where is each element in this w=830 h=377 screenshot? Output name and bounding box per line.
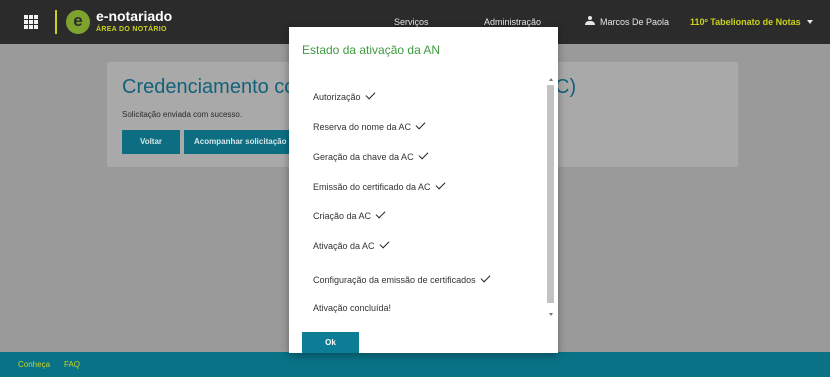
step-label: Ativação da AC bbox=[313, 241, 375, 251]
header-divider bbox=[55, 10, 57, 34]
user-name: Marcos De Paola bbox=[600, 17, 670, 27]
step-label: Ativação concluída! bbox=[313, 303, 392, 313]
chevron-down-icon bbox=[806, 20, 813, 24]
step-label: Configuração da emissão de certificados bbox=[313, 275, 476, 285]
back-button[interactable]: Voltar bbox=[122, 130, 180, 154]
step-item-final: Ativação concluída! bbox=[313, 303, 391, 313]
footer-link-about[interactable]: Conheça bbox=[18, 360, 50, 369]
e-notariado-logo-icon[interactable]: e bbox=[66, 10, 90, 34]
step-label: Autorização bbox=[313, 92, 361, 102]
follow-request-button[interactable]: Acompanhar solicitação bbox=[184, 130, 289, 154]
step-item: Criação da AC bbox=[313, 208, 386, 221]
modal-scrollbar[interactable] bbox=[546, 75, 555, 319]
check-icon bbox=[379, 238, 389, 249]
check-icon bbox=[418, 149, 429, 160]
brand-name: e-notariado bbox=[96, 8, 173, 24]
nav-services-label: Serviços bbox=[394, 17, 429, 27]
check-icon bbox=[480, 272, 491, 283]
activation-status-modal: Estado da ativação da AN Autorização Res… bbox=[289, 27, 558, 353]
page-title-end: C) bbox=[555, 76, 577, 98]
footer: Conheça FAQ bbox=[0, 352, 830, 377]
step-item: Ativação da AC bbox=[313, 238, 389, 251]
brand-subtitle: ÁREA DO NOTÁRIO bbox=[96, 26, 167, 33]
step-label: Emissão do certificado da AC bbox=[313, 182, 431, 192]
scroll-down-arrow-icon[interactable] bbox=[549, 313, 553, 316]
check-icon bbox=[365, 89, 375, 100]
office-selector[interactable]: 110º Tabelionato de Notas bbox=[690, 15, 813, 29]
step-item: Configuração da emissão de certificados bbox=[313, 272, 491, 285]
step-label: Reserva do nome da AC bbox=[313, 122, 412, 132]
ok-button[interactable]: Ok bbox=[302, 332, 359, 353]
step-item: Emissão do certificado da AC bbox=[313, 179, 446, 192]
apps-grid-icon[interactable] bbox=[24, 15, 38, 29]
step-item: Geração da chave da AC bbox=[313, 149, 429, 162]
check-icon bbox=[415, 119, 426, 130]
step-item: Reserva do nome da AC bbox=[313, 119, 426, 132]
modal-title: Estado da ativação da AN bbox=[302, 43, 441, 57]
step-label: Criação da AC bbox=[313, 211, 372, 221]
step-label: Geração da chave da AC bbox=[313, 152, 414, 162]
nav-administration-label: Administração bbox=[484, 17, 542, 27]
scroll-thumb[interactable] bbox=[547, 85, 554, 303]
scroll-up-arrow-icon[interactable] bbox=[549, 78, 553, 81]
office-name: 110º Tabelionato de Notas bbox=[690, 17, 801, 27]
step-item: Autorização bbox=[313, 89, 375, 102]
check-icon bbox=[435, 179, 446, 190]
success-message: Solicitação enviada com sucesso. bbox=[122, 110, 243, 119]
check-icon bbox=[375, 208, 386, 219]
page-title: Credenciamento co bbox=[122, 76, 296, 98]
footer-link-faq[interactable]: FAQ bbox=[64, 360, 80, 369]
user-menu[interactable]: Marcos De Paola bbox=[585, 15, 669, 29]
modal-step-list[interactable]: Autorização Reserva do nome da AC Geraçã… bbox=[289, 75, 558, 319]
user-icon bbox=[585, 16, 595, 26]
